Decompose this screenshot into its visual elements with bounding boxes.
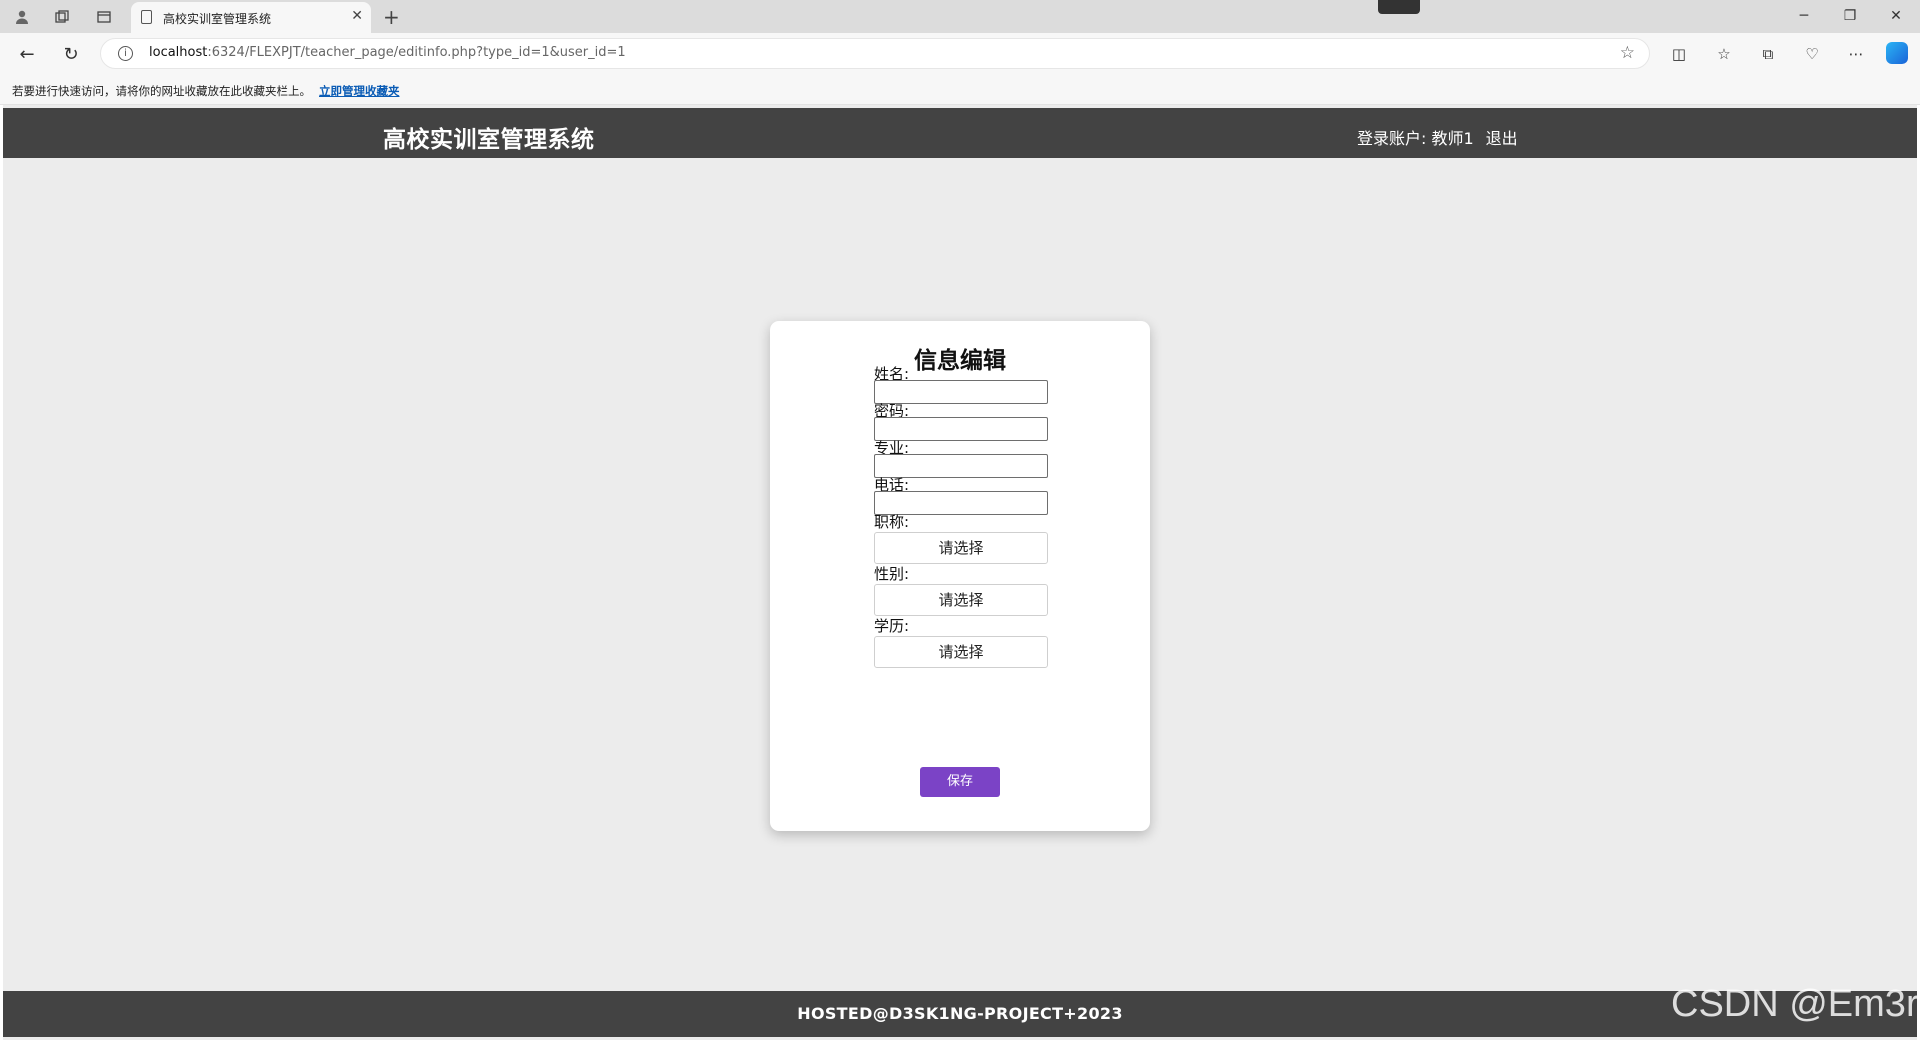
more-icon[interactable]: ⋯ [1845,43,1867,65]
back-icon[interactable]: ← [16,43,38,65]
title-rank-select[interactable]: 请选择 [874,532,1048,564]
copilot-icon[interactable] [1886,42,1908,64]
manage-favorites-link[interactable]: 立即管理收藏夹 [319,84,400,98]
tab-actions-icon[interactable] [94,7,114,27]
favorites-bar: 若要进行快速访问，请将你的网址收藏放在此收藏夹栏上。 立即管理收藏夹 [0,75,1920,105]
edit-info-card: 信息编辑 姓名: 密码: 专业: 电话: 职称: 请选择 性别: 请选择 学历:… [770,321,1150,831]
restore-icon[interactable]: ❐ [1836,6,1864,26]
tab-title: 高校实训室管理系统 [163,12,272,26]
browser-tab-bar: 高校实训室管理系统 ✕ + ─ ❐ ✕ [0,0,1920,33]
watermark: CSDN @Em3ra [1671,983,1920,1025]
title-rank-label: 职称: [874,513,910,531]
site-info-icon[interactable]: i [118,46,133,61]
refresh-icon[interactable]: ↻ [60,43,82,65]
browser-essentials-icon[interactable]: ♡ [1801,43,1823,65]
footer-text: HOSTED@D3SK1NG-PROJECT+2023 [797,1004,1123,1023]
favorites-bar-hint: 若要进行快速访问，请将你的网址收藏放在此收藏夹栏上。 立即管理收藏夹 [12,84,400,98]
browser-tab[interactable]: 高校实训室管理系统 ✕ [131,2,371,33]
url-field[interactable]: i localhost:6324/FLEXPJT/teacher_page/ed… [100,38,1650,69]
collections-icon[interactable]: ⧉ [1757,43,1779,65]
url-text: localhost:6324/FLEXPJT/teacher_page/edit… [149,45,626,60]
save-button[interactable]: 保存 [920,767,1000,797]
close-tab-icon[interactable]: ✕ [351,8,363,24]
form-title: 信息编辑 [914,348,1006,374]
page-icon [141,10,152,24]
education-select[interactable]: 请选择 [874,636,1048,668]
site-title: 高校实训室管理系统 [383,127,595,153]
favorites-icon[interactable]: ☆ [1713,43,1735,65]
site-footer: HOSTED@D3SK1NG-PROJECT+2023 [3,991,1917,1037]
camera-indicator [1378,0,1420,14]
close-window-icon[interactable]: ✕ [1882,6,1910,26]
account-label: 登录账户: 教师1 [1357,129,1474,148]
address-bar-row: ← ↻ i localhost:6324/FLEXPJT/teacher_pag… [0,33,1920,75]
gender-select[interactable]: 请选择 [874,584,1048,616]
logout-link[interactable]: 退出 [1486,129,1518,148]
workspaces-icon[interactable] [52,7,72,27]
education-label: 学历: [874,617,910,635]
minimize-icon[interactable]: ─ [1790,6,1818,26]
gender-label: 性别: [874,565,910,583]
page-body: 高校实训室管理系统 登录账户: 教师1 退出 信息编辑 姓名: 密码: 专业: 电… [3,105,1920,1040]
site-header: 高校实训室管理系统 登录账户: 教师1 退出 [3,108,1917,158]
favorite-star-icon[interactable]: ☆ [1620,43,1635,63]
account-area: 登录账户: 教师1 退出 [1357,125,1518,149]
split-screen-icon[interactable]: ◫ [1668,43,1690,65]
new-tab-icon[interactable]: + [383,5,400,29]
profile-icon[interactable] [12,7,32,27]
